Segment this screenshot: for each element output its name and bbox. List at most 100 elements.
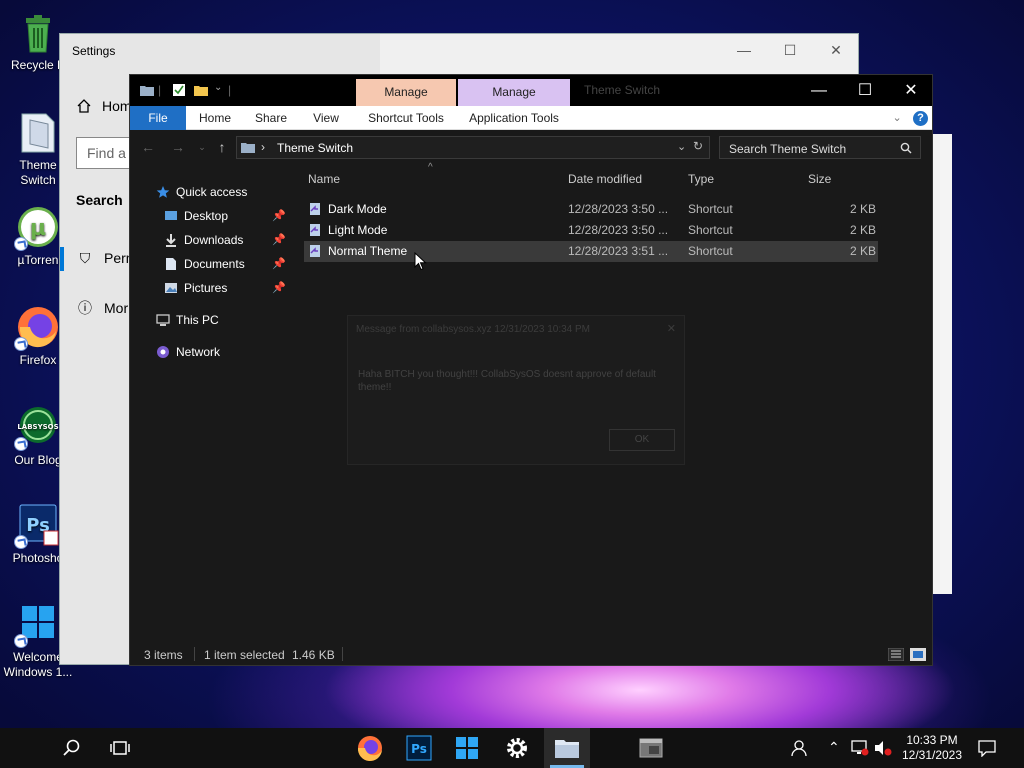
qa-customize-icon[interactable]: ⌄ bbox=[214, 82, 222, 93]
taskbar-app-window[interactable] bbox=[637, 734, 665, 762]
search-icon[interactable] bbox=[62, 738, 82, 758]
pin-icon: 📌 bbox=[272, 282, 286, 294]
new-folder-icon[interactable] bbox=[194, 83, 208, 97]
status-selected: 1 item selected bbox=[204, 648, 285, 662]
column-header-date[interactable]: Date modified bbox=[568, 172, 642, 186]
show-hidden-icons-icon[interactable]: ⌃ bbox=[828, 739, 840, 756]
svg-text:µ: µ bbox=[30, 216, 46, 241]
network-status-icon[interactable] bbox=[851, 740, 869, 756]
settings-titlebar[interactable]: Settings — ☐ ✕ bbox=[60, 34, 858, 66]
refresh-icon[interactable]: ↻ bbox=[693, 139, 703, 153]
nav-item-desktop[interactable]: Desktop 📌 bbox=[164, 209, 286, 231]
file-row-selected[interactable]: Normal Theme 12/28/2023 3:51 ... Shortcu… bbox=[304, 241, 878, 262]
tab-manage-shortcut[interactable]: Manage bbox=[356, 79, 456, 106]
people-icon[interactable] bbox=[790, 738, 810, 758]
nav-item-this-pc[interactable]: This PC bbox=[156, 313, 219, 335]
tab-view[interactable]: View bbox=[306, 106, 346, 130]
mouse-cursor-icon bbox=[414, 252, 427, 271]
up-arrow-icon[interactable]: ↑ bbox=[214, 139, 230, 155]
properties-icon[interactable] bbox=[172, 83, 186, 97]
nav-item-documents[interactable]: Documents 📌 bbox=[164, 257, 286, 279]
notifications-icon[interactable] bbox=[978, 739, 996, 757]
svg-text:Ps: Ps bbox=[411, 742, 427, 756]
explorer-window-title: Theme Switch bbox=[584, 83, 661, 97]
settings-home-link[interactable]: Hom bbox=[76, 98, 132, 114]
tab-shortcut-tools[interactable]: Shortcut Tools bbox=[356, 106, 456, 130]
tab-manage-application[interactable]: Manage bbox=[458, 79, 570, 106]
volume-muted-icon[interactable] bbox=[874, 740, 892, 756]
file-type: Shortcut bbox=[688, 223, 733, 237]
computer-icon bbox=[156, 314, 170, 326]
recent-locations-icon[interactable]: ⌄ bbox=[194, 139, 210, 155]
taskbar-photoshop[interactable]: Ps bbox=[405, 734, 433, 762]
file-size: 2 KB bbox=[849, 223, 876, 237]
task-view-icon[interactable] bbox=[110, 738, 130, 758]
nav-item-network[interactable]: Network bbox=[156, 345, 220, 367]
address-bar[interactable]: › Theme Switch ⌄ ↻ bbox=[236, 136, 710, 159]
shortcut-arrow-icon bbox=[14, 237, 28, 251]
nav-item-label: Network bbox=[176, 345, 221, 359]
gear-icon bbox=[507, 738, 527, 758]
column-header-type[interactable]: Type bbox=[688, 172, 714, 186]
tab-home[interactable]: Home bbox=[194, 106, 236, 130]
taskbar-firefox[interactable] bbox=[356, 734, 384, 762]
search-input[interactable]: Search Theme Switch bbox=[719, 136, 921, 159]
nav-item-quick-access[interactable]: Quick access bbox=[156, 185, 247, 207]
nav-item-label: Downloads bbox=[184, 233, 244, 247]
breadcrumb[interactable]: Theme Switch bbox=[277, 141, 353, 155]
navigation-bar: ← → ⌄ ↑ › Theme Switch ⌄ ↻ Search Theme … bbox=[130, 130, 932, 165]
breadcrumb-separator: › bbox=[261, 140, 265, 154]
folder-icon bbox=[555, 740, 579, 758]
status-bar: 3 items 1 item selected 1.46 KB bbox=[130, 641, 932, 667]
file-row[interactable]: Dark Mode 12/28/2023 3:50 ... Shortcut 2… bbox=[304, 199, 878, 220]
settings-minimize-button[interactable]: — bbox=[736, 42, 752, 58]
file-row[interactable]: Light Mode 12/28/2023 3:50 ... Shortcut … bbox=[304, 220, 878, 241]
nav-item-pictures[interactable]: Pictures 📌 bbox=[164, 281, 286, 303]
dialog-title: Message from collabsysos.xyz 12/31/2023 … bbox=[356, 324, 591, 335]
explorer-close-button[interactable]: ✕ bbox=[888, 75, 934, 106]
back-arrow-icon[interactable]: ← bbox=[140, 139, 156, 155]
explorer-minimize-button[interactable]: — bbox=[796, 75, 842, 106]
taskbar-start[interactable] bbox=[453, 734, 481, 762]
dialog-close-icon[interactable]: ✕ bbox=[667, 322, 676, 335]
svg-text:LABSYSOS: LABSYSOS bbox=[17, 423, 58, 431]
message-dialog: Message from collabsysos.xyz 12/31/2023 … bbox=[347, 315, 685, 465]
large-icons-view-icon[interactable] bbox=[910, 648, 926, 661]
folder-icon bbox=[16, 110, 60, 154]
ribbon-tabs: File Home Share View Shortcut Tools Appl… bbox=[130, 106, 932, 130]
address-dropdown-icon[interactable]: ⌄ bbox=[677, 140, 686, 153]
pin-icon: 📌 bbox=[272, 234, 286, 246]
settings-maximize-button[interactable]: ☐ bbox=[782, 42, 798, 58]
file-date: 12/28/2023 3:50 ... bbox=[568, 202, 669, 216]
documents-icon bbox=[166, 257, 176, 270]
settings-item-more[interactable]: ⓘ Mor bbox=[76, 298, 128, 318]
file-date: 12/28/2023 3:51 ... bbox=[568, 244, 669, 258]
help-icon[interactable]: ? bbox=[913, 111, 928, 126]
tab-share[interactable]: Share bbox=[250, 106, 292, 130]
column-header-size[interactable]: Size bbox=[808, 172, 831, 186]
shortcut-file-icon bbox=[310, 245, 320, 257]
status-item-count: 3 items bbox=[144, 648, 183, 662]
pictures-icon bbox=[165, 282, 177, 293]
tab-application-tools[interactable]: Application Tools bbox=[458, 106, 570, 130]
file-list: Name ^ Date modified Type Size Dark Mode… bbox=[290, 162, 932, 641]
taskbar: Ps ⌃ 10:33 PM 12/31/2023 bbox=[0, 728, 1024, 768]
tab-file[interactable]: File bbox=[130, 106, 186, 130]
shortcut-file-icon bbox=[310, 203, 320, 215]
taskbar-clock[interactable]: 10:33 PM 12/31/2023 bbox=[896, 733, 968, 763]
explorer-titlebar[interactable]: | ⌄ | Manage Manage Theme Switch — ☐ ✕ bbox=[130, 75, 932, 106]
column-header-name[interactable]: Name bbox=[308, 172, 340, 186]
dialog-ok-button[interactable]: OK bbox=[609, 429, 675, 451]
folder-icon bbox=[140, 86, 154, 96]
nav-item-label: Desktop bbox=[184, 209, 229, 223]
firefox-icon bbox=[14, 305, 60, 351]
settings-close-button[interactable]: ✕ bbox=[828, 42, 844, 58]
settings-title: Settings bbox=[72, 44, 116, 58]
nav-item-downloads[interactable]: Downloads 📌 bbox=[164, 233, 286, 255]
forward-arrow-icon[interactable]: → bbox=[170, 139, 186, 155]
taskbar-file-explorer[interactable] bbox=[544, 728, 590, 768]
details-view-icon[interactable] bbox=[888, 648, 904, 661]
taskbar-settings[interactable] bbox=[503, 734, 531, 762]
explorer-maximize-button[interactable]: ☐ bbox=[842, 75, 888, 106]
expand-ribbon-icon[interactable]: ⌄ bbox=[892, 112, 901, 124]
